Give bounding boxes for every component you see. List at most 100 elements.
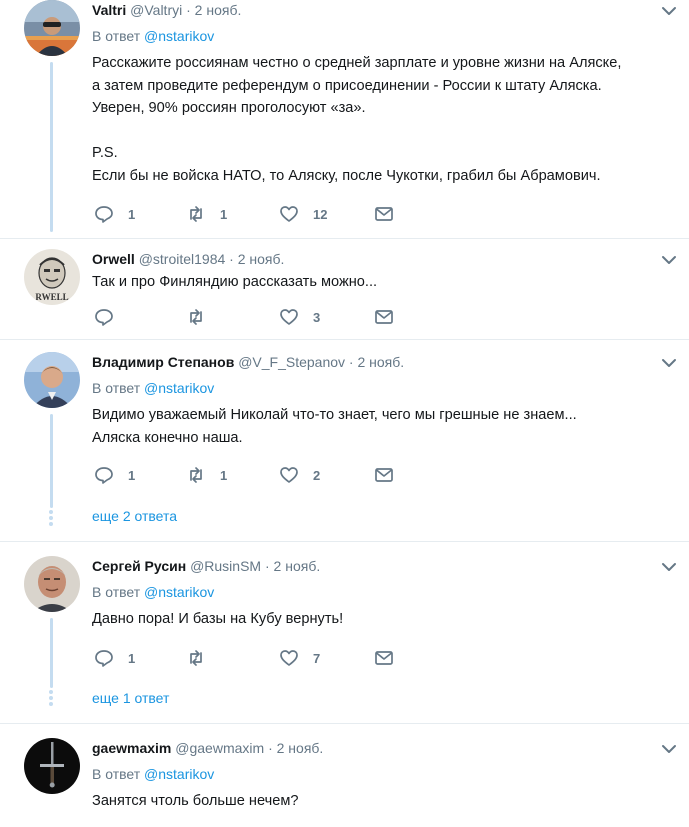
chevron-down-icon[interactable] [661, 742, 677, 754]
tweet-header: Orwell @stroitel1984 · 2 нояб. [92, 249, 673, 269]
like-button[interactable]: 12 [279, 204, 327, 224]
direct-message-button[interactable] [374, 307, 394, 327]
avatar[interactable] [24, 738, 80, 794]
tweet-gaewmaxim[interactable]: gaewmaxim @gaewmaxim · 2 нояб. В ответ @… [0, 724, 689, 827]
show-more-replies-link[interactable]: еще 1 ответ [92, 688, 169, 708]
author-handle[interactable]: @stroitel1984 [139, 251, 226, 267]
tweet-rusin[interactable]: Сергей Русин @RusinSM · 2 нояб. В ответ … [0, 542, 689, 723]
retweet-button[interactable]: 1 [186, 465, 227, 485]
separator-dot: · [264, 558, 270, 574]
reply-count: 1 [128, 467, 136, 483]
retweet-icon [186, 307, 206, 327]
avatar[interactable] [24, 0, 80, 56]
reply-prefix: В ответ [92, 28, 141, 44]
reply-mention-link[interactable]: @nstarikov [144, 766, 214, 782]
like-button[interactable]: 7 [279, 648, 320, 668]
heart-icon [279, 465, 299, 485]
tweet-text: Так и про Финляндию рассказать можно... [92, 274, 378, 290]
author-handle[interactable]: @gaewmaxim [175, 740, 264, 756]
author-name[interactable]: Сергей Русин [92, 558, 186, 574]
chevron-down-icon[interactable] [661, 356, 677, 368]
thread-line [50, 62, 53, 232]
reply-icon [94, 465, 114, 485]
author-name[interactable]: Orwell [92, 251, 135, 267]
author-handle[interactable]: @Valtryi [130, 2, 182, 18]
direct-message-button[interactable] [374, 648, 394, 668]
reply-button[interactable]: 1 [94, 465, 135, 485]
timestamp[interactable]: 2 нояб. [238, 251, 285, 267]
chevron-down-icon[interactable] [661, 4, 677, 16]
thread-line [50, 414, 53, 508]
reply-context: В ответ @nstarikov [92, 582, 673, 602]
timestamp[interactable]: 2 нояб. [277, 740, 324, 756]
avatar[interactable] [24, 556, 80, 612]
tweet-header: Сергей Русин @RusinSM · 2 нояб. [92, 556, 673, 576]
heart-icon [279, 648, 299, 668]
author-handle[interactable]: @RusinSM [190, 558, 261, 574]
reply-button[interactable]: 1 [94, 204, 135, 224]
like-button[interactable]: 2 [279, 465, 320, 485]
reply-button[interactable] [94, 307, 128, 327]
envelope-icon [374, 648, 394, 668]
tweet-text: Занятся чтоль больше нечем? [92, 793, 299, 809]
retweet-count: 1 [220, 467, 228, 483]
direct-message-button[interactable] [374, 465, 394, 485]
reply-mention-link[interactable]: @nstarikov [144, 380, 214, 396]
separator-dot: · [186, 2, 191, 18]
heart-icon [279, 307, 299, 327]
timestamp[interactable]: 2 нояб. [195, 2, 242, 18]
like-count: 3 [313, 309, 321, 325]
reply-prefix: В ответ [92, 380, 141, 396]
chevron-down-icon[interactable] [661, 253, 677, 265]
tweet-header: Valtri @Valtryi · 2 нояб. [92, 0, 673, 20]
author-name[interactable]: Владимир Степанов [92, 354, 234, 370]
tweet-valtri[interactable]: Valtri @Valtryi · 2 нояб. В ответ @nstar… [0, 0, 689, 238]
show-more-replies-link[interactable]: еще 2 ответа [92, 506, 177, 526]
like-count: 2 [313, 467, 321, 483]
timestamp[interactable]: 2 нояб. [357, 354, 404, 370]
reply-context: В ответ @nstarikov [92, 26, 673, 46]
reply-mention-link[interactable]: @nstarikov [144, 584, 214, 600]
separator-dot: · [348, 354, 354, 370]
reply-context: В ответ @nstarikov [92, 378, 673, 398]
reply-prefix: В ответ [92, 584, 141, 600]
retweet-button[interactable]: 1 [186, 204, 227, 224]
retweet-button[interactable] [186, 307, 220, 327]
heart-icon [279, 204, 299, 224]
author-name[interactable]: gaewmaxim [92, 740, 171, 756]
like-count: 12 [313, 206, 328, 222]
reply-prefix: В ответ [92, 766, 141, 782]
retweet-count: 1 [220, 206, 228, 222]
chevron-down-icon[interactable] [661, 560, 677, 572]
separator-dot: · [229, 251, 234, 267]
author-handle[interactable]: @V_F_Stepanov [238, 354, 345, 370]
avatar[interactable] [24, 352, 80, 408]
like-button[interactable]: 3 [279, 307, 320, 327]
reply-context: В ответ @nstarikov [92, 764, 673, 784]
reply-icon [94, 204, 114, 224]
separator-dot: · [268, 740, 273, 756]
reply-icon [94, 648, 114, 668]
tweet-text: Видимо уважаемый Николай что-то знает, ч… [92, 407, 577, 446]
author-name[interactable]: Valtri [92, 2, 126, 18]
envelope-icon [374, 465, 394, 485]
reply-button[interactable]: 1 [94, 648, 135, 668]
envelope-icon [374, 307, 394, 327]
direct-message-button[interactable] [374, 204, 394, 224]
tweet-orwell[interactable]: RWELL Orwell @stroitel1984 · 2 нояб. Так… [0, 239, 689, 339]
thread-line [50, 618, 53, 688]
tweet-actions: 1 1 12 [92, 204, 412, 224]
reply-mention-link[interactable]: @nstarikov [144, 28, 214, 44]
envelope-icon [374, 204, 394, 224]
tweet-text: Расскажите россиянам честно о средней за… [92, 55, 622, 184]
reply-count: 1 [128, 650, 136, 666]
retweet-icon [186, 204, 206, 224]
retweet-icon [186, 465, 206, 485]
tweet-stepanov[interactable]: Владимир Степанов @V_F_Stepanov · 2 нояб… [0, 340, 689, 541]
timestamp[interactable]: 2 нояб. [274, 558, 321, 574]
avatar[interactable]: RWELL [24, 249, 80, 305]
tweet-text: Давно пора! И базы на Кубу вернуть! [92, 611, 344, 627]
thread-dots [49, 510, 54, 528]
retweet-button[interactable] [186, 648, 220, 668]
tweet-feed: Valtri @Valtryi · 2 нояб. В ответ @nstar… [0, 0, 689, 827]
